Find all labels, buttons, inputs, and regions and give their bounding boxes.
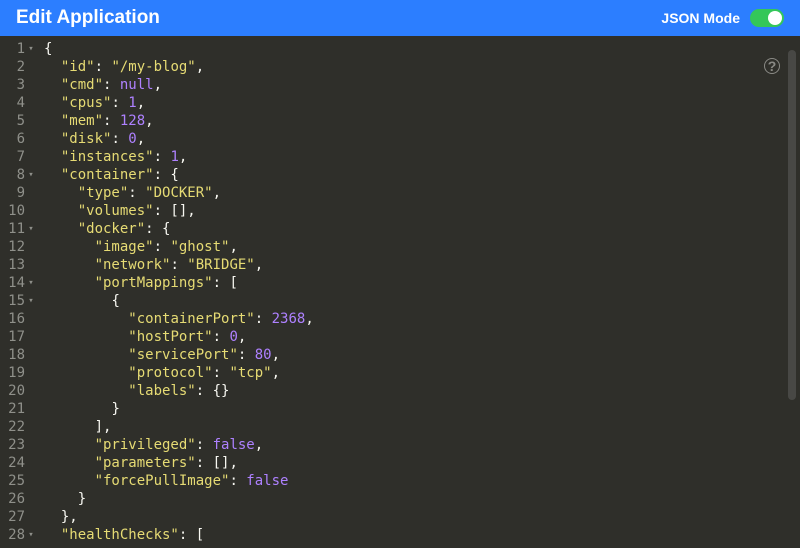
fold-icon[interactable]: ▾ <box>28 220 34 238</box>
line-number: 18 <box>6 346 34 364</box>
code-line[interactable]: "parameters": [], <box>44 454 800 472</box>
code-line[interactable]: { <box>44 292 800 310</box>
line-number: 5 <box>6 112 34 130</box>
fold-icon[interactable]: ▾ <box>28 526 34 544</box>
fold-icon[interactable]: ▾ <box>28 292 34 310</box>
line-number: 16 <box>6 310 34 328</box>
help-icon-glyph: ? <box>768 58 777 74</box>
line-number: 8▾ <box>6 166 34 184</box>
code-content[interactable]: { "id": "/my-blog", "cmd": null, "cpus":… <box>44 36 800 548</box>
line-number: 3 <box>6 76 34 94</box>
fold-icon[interactable]: ▾ <box>28 166 34 184</box>
code-line[interactable]: "volumes": [], <box>44 202 800 220</box>
line-number: 1▾ <box>6 40 34 58</box>
line-number: 15▾ <box>6 292 34 310</box>
code-line[interactable]: } <box>44 400 800 418</box>
json-mode-control: JSON Mode <box>661 9 784 27</box>
line-number: 9 <box>6 184 34 202</box>
line-number: 14▾ <box>6 274 34 292</box>
code-line[interactable]: "protocol": "tcp", <box>44 364 800 382</box>
line-number: 19 <box>6 364 34 382</box>
code-line[interactable]: "hostPort": 0, <box>44 328 800 346</box>
code-line[interactable]: "image": "ghost", <box>44 238 800 256</box>
code-line[interactable]: "servicePort": 80, <box>44 346 800 364</box>
line-number: 17 <box>6 328 34 346</box>
json-mode-label: JSON Mode <box>661 10 740 26</box>
code-line[interactable]: ], <box>44 418 800 436</box>
line-number: 27 <box>6 508 34 526</box>
page-title: Edit Application <box>16 7 160 29</box>
toggle-knob <box>768 11 782 25</box>
code-editor[interactable]: 1▾2345678▾91011▾121314▾15▾16171819202122… <box>0 36 800 548</box>
help-icon[interactable]: ? <box>764 58 780 74</box>
line-number: 23 <box>6 436 34 454</box>
line-number: 11▾ <box>6 220 34 238</box>
line-number: 21 <box>6 400 34 418</box>
code-line[interactable]: "forcePullImage": false <box>44 472 800 490</box>
code-line[interactable]: "cpus": 1, <box>44 94 800 112</box>
line-number-gutter: 1▾2345678▾91011▾121314▾15▾16171819202122… <box>0 36 44 548</box>
code-line[interactable]: "network": "BRIDGE", <box>44 256 800 274</box>
line-number: 22 <box>6 418 34 436</box>
fold-icon[interactable]: ▾ <box>28 40 34 58</box>
line-number: 10 <box>6 202 34 220</box>
code-line[interactable]: "id": "/my-blog", <box>44 58 800 76</box>
code-line[interactable]: "healthChecks": [ <box>44 526 800 544</box>
line-number: 25 <box>6 472 34 490</box>
line-number: 26 <box>6 490 34 508</box>
line-number: 6 <box>6 130 34 148</box>
code-line[interactable]: "container": { <box>44 166 800 184</box>
code-line[interactable]: "instances": 1, <box>44 148 800 166</box>
code-line[interactable]: } <box>44 490 800 508</box>
line-number: 28▾ <box>6 526 34 544</box>
code-line[interactable]: "cmd": null, <box>44 76 800 94</box>
app-root: Edit Application JSON Mode 1▾2345678▾910… <box>0 0 800 548</box>
code-line[interactable]: }, <box>44 508 800 526</box>
code-line[interactable]: "labels": {} <box>44 382 800 400</box>
vertical-scrollbar[interactable] <box>788 50 796 400</box>
line-number: 4 <box>6 94 34 112</box>
line-number: 2 <box>6 58 34 76</box>
code-line[interactable]: "mem": 128, <box>44 112 800 130</box>
code-line[interactable]: "docker": { <box>44 220 800 238</box>
code-line[interactable]: "portMappings": [ <box>44 274 800 292</box>
code-line[interactable]: { <box>44 40 800 58</box>
line-number: 12 <box>6 238 34 256</box>
line-number: 7 <box>6 148 34 166</box>
json-mode-toggle[interactable] <box>750 9 784 27</box>
code-line[interactable]: "privileged": false, <box>44 436 800 454</box>
fold-icon[interactable]: ▾ <box>28 274 34 292</box>
line-number: 13 <box>6 256 34 274</box>
code-line[interactable]: "disk": 0, <box>44 130 800 148</box>
line-number: 20 <box>6 382 34 400</box>
line-number: 24 <box>6 454 34 472</box>
header-bar: Edit Application JSON Mode <box>0 0 800 36</box>
code-line[interactable]: "containerPort": 2368, <box>44 310 800 328</box>
code-line[interactable]: "type": "DOCKER", <box>44 184 800 202</box>
